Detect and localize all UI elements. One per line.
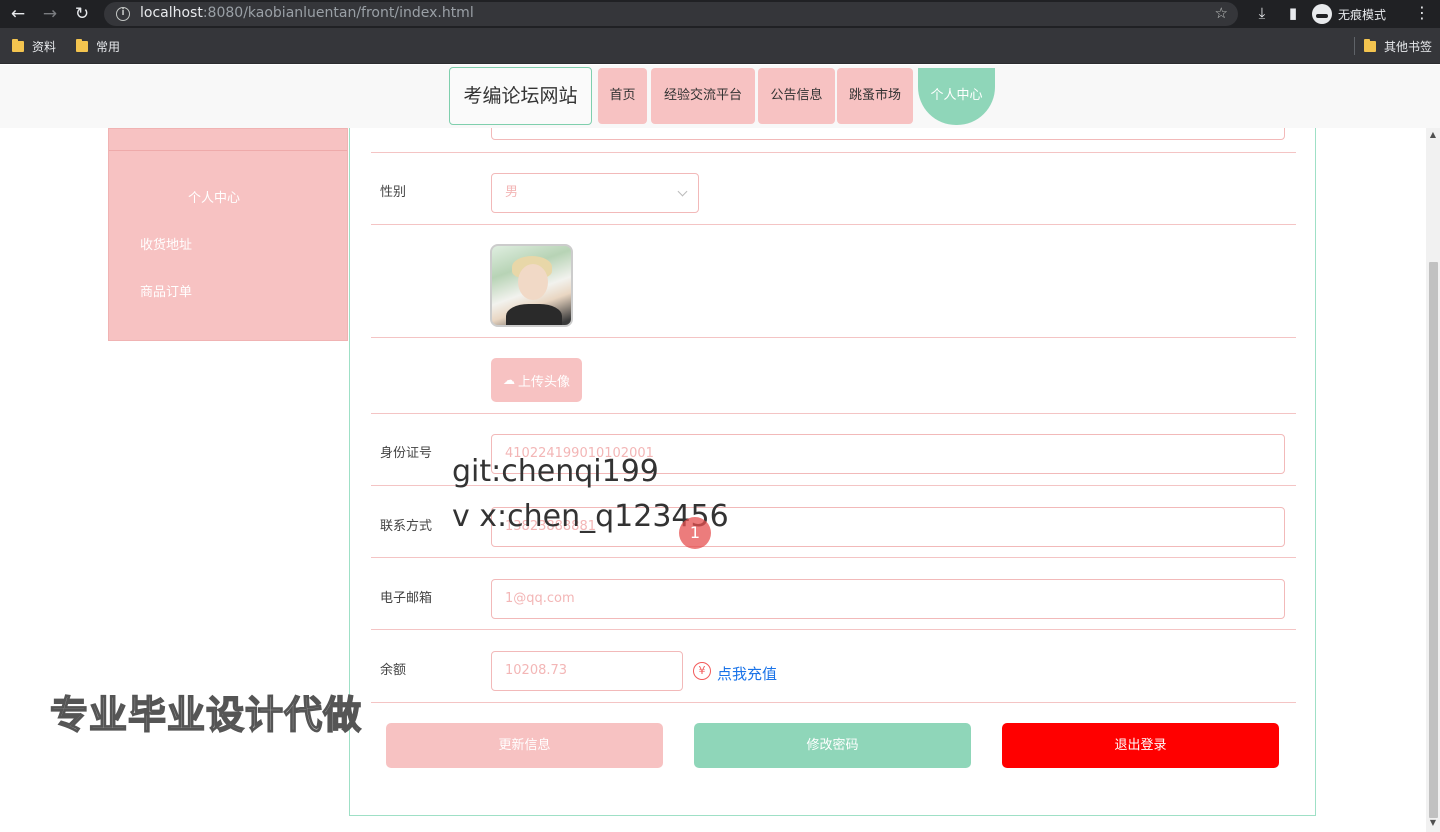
row-divider [371, 152, 1296, 153]
bookmark-folder-1[interactable]: 资料 [12, 38, 56, 55]
nav-experience[interactable]: 经验交流平台 [651, 68, 755, 124]
gender-value: 男 [505, 185, 519, 200]
promo-overlay-text: 专业毕业设计代做 [49, 692, 363, 738]
id-label: 身份证号 [380, 446, 433, 461]
row-divider [371, 413, 1296, 414]
chevron-down-icon [677, 186, 688, 197]
recharge-link[interactable]: 点我充值 [717, 663, 777, 684]
nav-flea-market[interactable]: 跳蚤市场 [837, 68, 913, 124]
other-bookmarks[interactable]: 其他书签 [1364, 38, 1432, 55]
bookmark-separator [1354, 37, 1355, 55]
avatar [490, 244, 573, 327]
bookmark-label: 常用 [96, 40, 121, 54]
update-info-button[interactable]: 更新信息 [386, 723, 663, 768]
sidebar-divider [109, 150, 347, 151]
gender-label: 性别 [380, 185, 407, 200]
bookmark-star-icon[interactable]: ☆ [1215, 4, 1228, 22]
folder-icon [1364, 39, 1376, 52]
row-divider [371, 557, 1296, 558]
sidebar: 个人中心 收货地址 商品订单 [108, 128, 348, 341]
sidebar-item-address[interactable]: 收货地址 [140, 234, 192, 253]
scroll-up-icon[interactable]: ▲ [1428, 130, 1438, 140]
scrollbar-thumb[interactable] [1429, 262, 1438, 818]
bookmark-folder-2[interactable]: 常用 [76, 38, 120, 55]
browser-toolbar: ← → ↻ i localhost:8080/kaobianluentan/fr… [0, 0, 1440, 28]
info-icon[interactable]: i [116, 7, 130, 21]
reload-icon[interactable]: ↻ [72, 4, 92, 24]
incognito-label: 无痕模式 [1338, 7, 1387, 22]
forward-icon[interactable]: → [40, 4, 60, 24]
avatar-body [506, 304, 562, 325]
gender-select[interactable]: 男 [491, 173, 699, 213]
back-icon[interactable]: ← [8, 4, 28, 24]
download-icon[interactable]: ⤓ [1252, 4, 1272, 22]
upload-avatar-button[interactable]: ☁ 上传头像 [491, 358, 582, 402]
row-divider [371, 337, 1296, 338]
upload-label: 上传头像 [517, 374, 570, 390]
logout-button[interactable]: 退出登录 [1002, 723, 1279, 768]
sidepanel-icon[interactable]: ▮ [1283, 4, 1303, 22]
nav-home[interactable]: 首页 [598, 68, 647, 124]
site-logo[interactable]: 考编论坛网站 [449, 67, 592, 125]
avatar-face [518, 264, 548, 300]
sidebar-title: 个人中心 [187, 191, 240, 206]
nav-announcements[interactable]: 公告信息 [758, 68, 835, 124]
bookmark-label: 其他书签 [1384, 40, 1433, 54]
phone-label: 联系方式 [380, 519, 433, 534]
balance-label: 余额 [380, 663, 407, 678]
scroll-down-icon[interactable]: ▼ [1428, 818, 1438, 828]
row-divider [371, 702, 1296, 703]
email-input[interactable]: 1@qq.com [491, 579, 1285, 619]
incognito-indicator[interactable]: 无痕模式 [1312, 2, 1386, 26]
row-divider [371, 629, 1296, 630]
site-header: 考编论坛网站 首页 经验交流平台 公告信息 跳蚤市场 个人中心 [0, 65, 1440, 128]
bookmarks-bar: 资料 常用 其他书签 [0, 28, 1440, 64]
change-password-button[interactable]: 修改密码 [694, 723, 971, 768]
cloud-upload-icon: ☁ [502, 373, 515, 387]
balance-input: 10208.73 [491, 651, 683, 691]
sidebar-item-orders[interactable]: 商品订单 [140, 281, 192, 300]
cursor-click-indicator: 1 [679, 517, 711, 549]
incognito-icon [1312, 4, 1332, 24]
address-bar[interactable]: i localhost:8080/kaobianluentan/front/in… [104, 2, 1238, 26]
url-text: localhost:8080/kaobianluentan/front/inde… [140, 5, 474, 21]
menu-icon[interactable]: ⋮ [1414, 3, 1430, 22]
folder-icon [76, 39, 88, 52]
bookmark-label: 资料 [32, 40, 57, 54]
folder-icon [12, 39, 24, 52]
nav-personal-center[interactable]: 个人中心 [918, 68, 995, 125]
row-divider [371, 224, 1296, 225]
email-label: 电子邮箱 [380, 591, 433, 606]
yen-icon[interactable]: ¥ [693, 662, 711, 680]
watermark-git: git:chenqi199 [452, 454, 659, 489]
